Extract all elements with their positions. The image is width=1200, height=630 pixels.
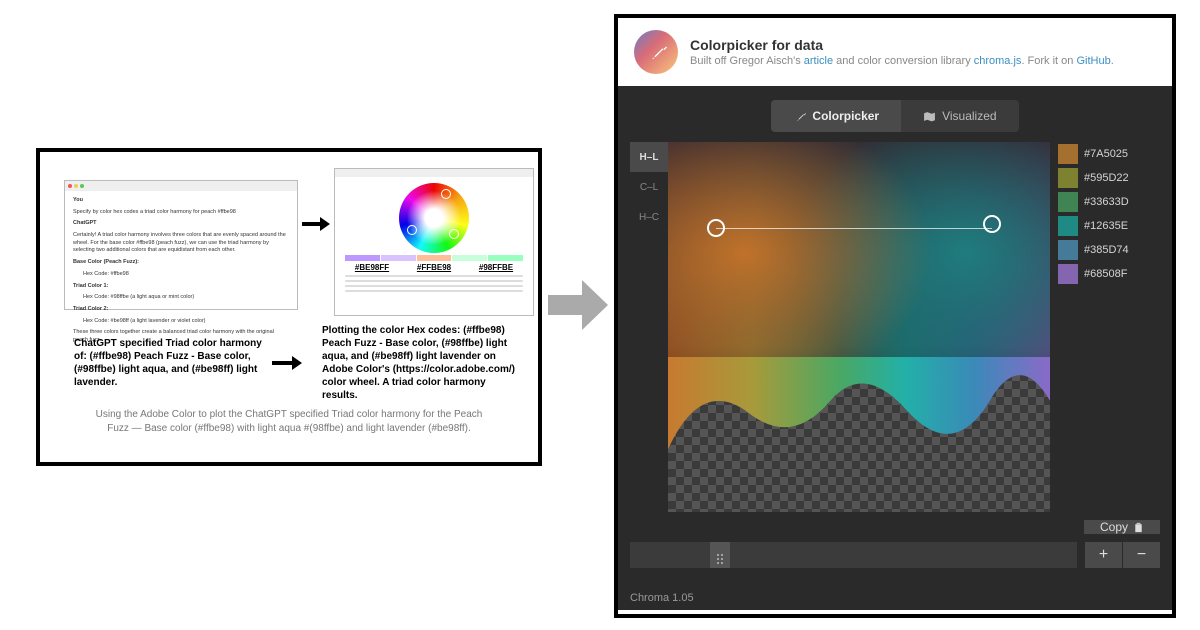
bot-message: Certainly! A triad color harmony involve…	[73, 232, 289, 255]
axis-tabs: H–L C–L H–C	[630, 142, 668, 512]
chromajs-link[interactable]: chroma.js	[974, 55, 1022, 67]
color-handle-start[interactable]	[707, 219, 725, 237]
axis-tab-hc[interactable]: H–C	[630, 202, 668, 232]
arrow-icon	[302, 217, 330, 231]
legend-swatch	[1058, 168, 1078, 188]
user-label: You	[73, 197, 83, 203]
colorpicker-app-panel: Colorpicker for data Built off Gregor Ai…	[614, 14, 1176, 618]
status-text: Chroma 1.05	[630, 592, 694, 604]
tab-visualized[interactable]: Visualized	[901, 100, 1018, 132]
app-logo	[634, 30, 678, 74]
legend-hex: #595D22	[1084, 172, 1129, 184]
legend-item[interactable]: #385D74	[1058, 240, 1160, 260]
legend-item[interactable]: #595D22	[1058, 168, 1160, 188]
legend-hex: #68508F	[1084, 268, 1127, 280]
adobe-color-window: #BE98FF #FFBE98 #98FFBE	[334, 168, 534, 316]
left-diagram-panel: You Specify by color hex codes a triad c…	[36, 148, 542, 466]
axis-tab-hl[interactable]: H–L	[630, 142, 668, 172]
add-color-button[interactable]: +	[1085, 542, 1122, 568]
copy-button[interactable]: Copy	[1084, 520, 1160, 534]
remove-color-button[interactable]: −	[1123, 542, 1160, 568]
arrow-icon	[272, 356, 302, 370]
legend-swatch	[1058, 192, 1078, 212]
color-legend: #7A5025 #595D22 #33633D #12635E #385D74 …	[1050, 142, 1160, 512]
eyedropper-icon	[793, 110, 806, 123]
bot-label: ChatGPT	[73, 220, 97, 226]
app-title: Colorpicker for data	[690, 37, 1114, 53]
app-subtitle: Built off Gregor Aisch's article and col…	[690, 55, 1114, 67]
legend-item[interactable]: #68508F	[1058, 264, 1160, 284]
color-canvas[interactable]	[668, 142, 1050, 512]
legend-swatch	[1058, 240, 1078, 260]
legend-hex: #385D74	[1084, 244, 1129, 256]
map-icon	[923, 110, 936, 123]
legend-swatch	[1058, 144, 1078, 164]
legend-hex: #33633D	[1084, 196, 1129, 208]
description-right: Plotting the color Hex codes: (#ffbe98) …	[322, 324, 518, 402]
legend-item[interactable]: #12635E	[1058, 216, 1160, 236]
chatgpt-window: You Specify by color hex codes a triad c…	[64, 180, 298, 310]
scrub-handle[interactable]	[710, 542, 730, 568]
hex-code-2: #FFBE98	[417, 263, 451, 272]
app-header: Colorpicker for data Built off Gregor Ai…	[618, 18, 1172, 86]
legend-item[interactable]: #33633D	[1058, 192, 1160, 212]
user-message: Specify by color hex codes a triad color…	[73, 209, 289, 217]
color-wheel	[399, 183, 469, 253]
legend-hex: #12635E	[1084, 220, 1128, 232]
color-handle-end[interactable]	[983, 215, 1001, 233]
legend-swatch	[1058, 264, 1078, 284]
legend-swatch	[1058, 216, 1078, 236]
description-left: ChatGPT specified Triad color harmony of…	[74, 337, 270, 389]
big-arrow-icon	[548, 280, 608, 330]
caption-text: Using the Adobe Color to plot the ChatGP…	[90, 408, 488, 436]
hex-code-3: #98FFBE	[479, 263, 513, 272]
legend-hex: #7A5025	[1084, 148, 1128, 160]
hex-code-1: #BE98FF	[355, 263, 389, 272]
legend-item[interactable]: #7A5025	[1058, 144, 1160, 164]
tab-colorpicker[interactable]: Colorpicker	[771, 100, 901, 132]
github-link[interactable]: GitHub	[1076, 55, 1110, 67]
article-link[interactable]: article	[804, 55, 833, 67]
clipboard-icon	[1133, 522, 1144, 533]
eyedropper-icon	[645, 41, 667, 63]
scrub-track[interactable]	[630, 542, 1077, 568]
axis-tab-cl[interactable]: C–L	[630, 172, 668, 202]
view-tabs: Colorpicker Visualized	[630, 100, 1160, 132]
